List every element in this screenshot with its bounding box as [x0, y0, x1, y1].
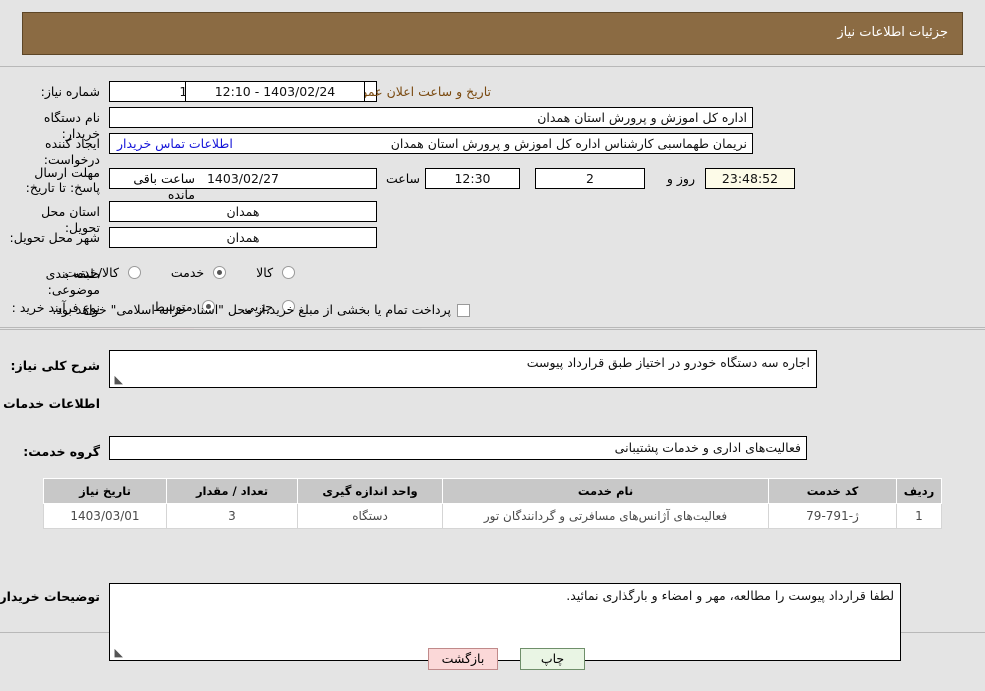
request-creator-label: ایجاد کننده درخواست:: [43, 136, 100, 167]
buyer-org-value: اداره کل اموزش و پرورش استان همدان: [109, 107, 753, 128]
buyer-contact-link[interactable]: اطلاعات تماس خریدار: [117, 136, 233, 151]
th-unit: واحد اندازه گیری: [297, 478, 443, 504]
page-title: جزئیات اطلاعات نیاز: [837, 25, 948, 40]
remaining-days-value: 2: [535, 168, 645, 189]
treasury-checkbox-box[interactable]: [457, 304, 470, 317]
th-need-date: تاریخ نیاز: [43, 478, 167, 504]
table-header-row: ردیف کد خدمت نام خدمت واحد اندازه گیری ت…: [43, 478, 942, 504]
td-row-index: 1: [896, 503, 942, 529]
td-service-code: ژ-791-79: [768, 503, 897, 529]
remaining-time-countdown: 23:48:52: [705, 168, 795, 189]
need-summary-value: اجاره سه دستگاه خودرو در اختیاز طبق قرار…: [526, 355, 810, 370]
need-summary-textarea[interactable]: اجاره سه دستگاه خودرو در اختیاز طبق قرار…: [109, 350, 817, 388]
radio-category-2-label: کالا/خدمت: [64, 265, 119, 280]
delivery-city-value: همدان: [109, 227, 377, 248]
notes-resize-grip-icon[interactable]: ◣: [113, 647, 123, 658]
page-root: AnaTender.net جزئیات اطلاعات نیاز شماره …: [0, 0, 985, 691]
th-quantity: تعداد / مقدار: [166, 478, 298, 504]
service-group-value: فعالیت‌های اداری و خدمات پشتیبانی: [109, 436, 807, 460]
radio-category-1-label: خدمت: [170, 265, 205, 280]
th-service-name: نام خدمت: [442, 478, 769, 504]
table-row: 1 ژ-791-79 فعالیت‌های آژانس‌های مسافرتی …: [43, 503, 942, 529]
th-row-index: ردیف: [896, 478, 942, 504]
resize-grip-icon[interactable]: ◣: [113, 374, 123, 385]
radio-category-1[interactable]: [213, 266, 227, 279]
td-need-date: 1403/03/01: [43, 503, 167, 529]
radio-category-0-label: کالا: [256, 265, 274, 280]
service-group-label: گروه خدمت:: [23, 444, 100, 459]
service-items-table: ردیف کد خدمت نام خدمت واحد اندازه گیری ت…: [43, 478, 942, 529]
subject-category-radio-group[interactable]: کالا خدمت کالا/خدمت: [39, 265, 295, 280]
td-service-name: فعالیت‌های آژانس‌های مسافرتی و گردانندگا…: [442, 503, 769, 529]
treasury-checkbox[interactable]: [457, 300, 470, 319]
treasury-checkbox-label: پرداخت تمام یا بخشی از مبلغ خرید،از محل …: [52, 302, 451, 317]
service-section-title: اطلاعات خدمات مورد نیاز: [0, 396, 100, 411]
buyer-notes-value: لطفا قرارداد پیوست را مطالعه، مهر و امضا…: [566, 588, 894, 603]
td-quantity: 3: [166, 503, 298, 529]
response-deadline-label: مهلت ارسال پاسخ: تا تاریخ:: [25, 165, 100, 195]
radio-category-2[interactable]: [127, 266, 141, 279]
td-unit: دستگاه: [297, 503, 443, 529]
remaining-time-suffix-label: ساعت باقی مانده: [133, 171, 195, 202]
delivery-province-value: همدان: [109, 201, 377, 222]
print-button[interactable]: چاپ: [520, 648, 585, 670]
need-summary-label: شرح کلی نیاز:: [10, 358, 100, 373]
buyer-notes-textarea[interactable]: لطفا قرارداد پیوست را مطالعه، مهر و امضا…: [109, 583, 901, 661]
deadline-hour-label: ساعت: [385, 171, 420, 186]
th-service-code: کد خدمت: [768, 478, 897, 504]
radio-category-0[interactable]: [282, 266, 295, 279]
buyer-notes-label: توضیحات خریدار:: [0, 589, 100, 604]
need-number-label: شماره نیاز:: [40, 84, 100, 99]
announcement-datetime-value: 1403/02/24 - 12:10: [185, 81, 365, 102]
back-button[interactable]: بازگشت: [428, 648, 498, 670]
deadline-time-value: 12:30: [425, 168, 520, 189]
page-header: جزئیات اطلاعات نیاز: [22, 12, 963, 55]
remaining-days-label: روز و: [666, 171, 695, 186]
delivery-city-label: شهر محل تحویل:: [9, 230, 100, 245]
